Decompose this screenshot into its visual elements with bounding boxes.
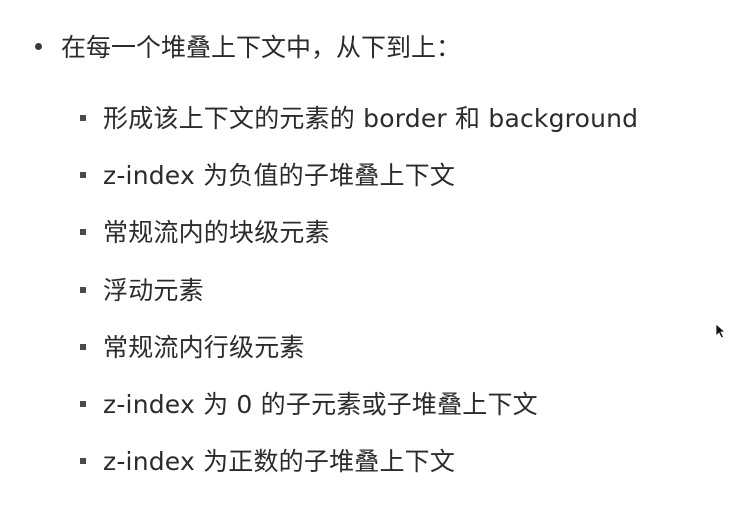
sub-list-item-text: z-index 为 0 的子元素或子堆叠上下文 (103, 390, 538, 420)
sub-list: 形成该上下文的元素的 border 和 background z-index 为… (80, 88, 638, 489)
sub-list-item-text: z-index 为负值的子堆叠上下文 (103, 160, 456, 190)
square-bullet (80, 114, 86, 121)
document-page: 在每一个堆叠上下文中，从下到上： 形成该上下文的元素的 border 和 bac… (0, 0, 745, 511)
mouse-pointer-icon (715, 323, 727, 339)
sub-list-item-6: z-index 为 0 的子元素或子堆叠上下文 (80, 374, 638, 431)
sub-list-item-1: 形成该上下文的元素的 border 和 background (80, 88, 638, 145)
top-list-item-text: 在每一个堆叠上下文中，从下到上： (61, 33, 462, 62)
square-bullet (80, 229, 86, 236)
square-bullet (80, 286, 86, 293)
square-bullet (80, 343, 86, 350)
top-list-item: 在每一个堆叠上下文中，从下到上： (34, 28, 461, 64)
sub-list-item-text: 常规流内的块级元素 (103, 218, 330, 248)
sub-list-item-7: z-index 为正数的子堆叠上下文 (80, 432, 638, 489)
sub-list-item-3: 常规流内的块级元素 (80, 203, 638, 260)
sub-list-item-text: 形成该上下文的元素的 border 和 background (103, 103, 639, 133)
sub-list-item-text: z-index 为正数的子堆叠上下文 (103, 447, 456, 477)
sub-list-item-text: 浮动元素 (103, 275, 204, 305)
sub-list-item-4: 浮动元素 (80, 260, 638, 317)
square-bullet (80, 458, 86, 465)
sub-list-item-5: 常规流内行级元素 (80, 317, 638, 374)
sub-list-item-2: z-index 为负值的子堆叠上下文 (80, 145, 638, 202)
square-bullet (80, 171, 86, 178)
square-bullet (80, 401, 86, 408)
sub-list-item-text: 常规流内行级元素 (103, 332, 305, 362)
round-bullet (35, 42, 42, 50)
